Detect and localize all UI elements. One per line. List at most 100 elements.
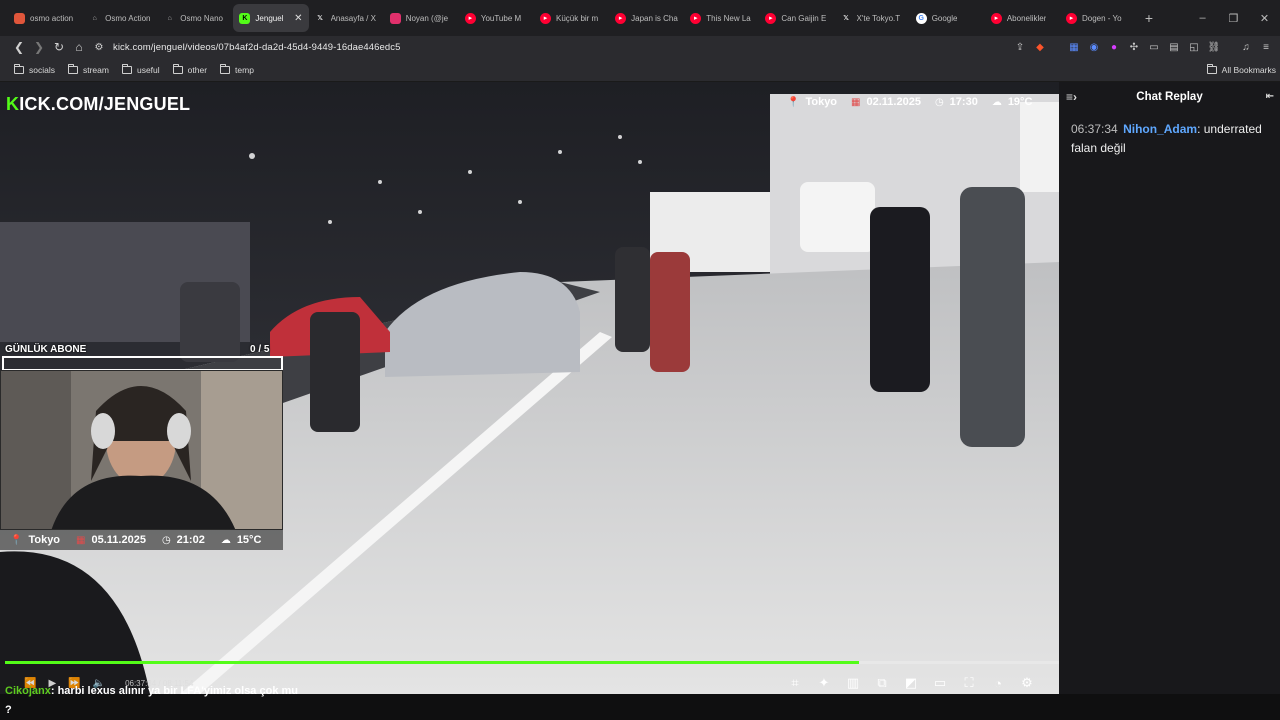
tab-label: Osmo Action — [105, 13, 151, 23]
sparkle-icon[interactable]: ✦ — [815, 674, 833, 692]
seek-bar[interactable] — [5, 661, 1059, 664]
youtube-icon: ▸ — [539, 12, 551, 24]
extension-icon[interactable]: ▦ — [1066, 39, 1082, 55]
bookmark-folder[interactable]: useful — [121, 63, 160, 75]
tab-label: Osmo Nano — [180, 13, 223, 23]
bookmark-folder[interactable]: stream — [67, 63, 109, 75]
browser-tab[interactable]: ▸ Küçük bir m — [534, 4, 609, 32]
chat-overlay-message: Cikojanx: harbi lexus alınır ya bir LFA'… — [5, 682, 305, 720]
chat-options-icon[interactable]: ⇤ — [1266, 91, 1274, 102]
chat-header: ≡› Chat Replay ⇤ — [1059, 82, 1280, 112]
browser-tab[interactable]: ▸ Dogen - Yo — [1060, 4, 1135, 32]
seek-bar-progress — [5, 661, 859, 664]
clock-icon: ◷ — [934, 96, 944, 108]
cloud-icon: ☁ — [220, 534, 231, 546]
settings-icon[interactable]: ⚙ — [1018, 674, 1036, 692]
window-controls: – ❐ ✕ — [1187, 0, 1280, 36]
pip-icon[interactable]: ⧉ — [873, 674, 891, 692]
chat-username[interactable]: Nihon_Adam — [1123, 122, 1197, 136]
browser-tab[interactable]: G Google — [910, 4, 985, 32]
browser-tab[interactable]: K Jenguel ✕ — [233, 4, 309, 32]
tab-label: Abonelikler — [1006, 13, 1047, 23]
miniplayer-icon[interactable]: ◩ — [902, 674, 920, 692]
stream-info-bottom: 📍 Tokyo ▦ 05.11.2025 ◷ 21:02 ☁ 15°C — [0, 530, 283, 550]
instagram-icon — [389, 12, 401, 24]
chat-timestamp: 06:37:34 — [1071, 122, 1118, 136]
site-info-icon[interactable]: ⚙ — [89, 37, 109, 57]
new-tab-button[interactable]: + — [1139, 8, 1159, 28]
chat-message: 06:37:34 Nihon_Adam: underrated falan de… — [1059, 112, 1280, 166]
time-label: 17:30 — [949, 96, 978, 108]
youtube-icon: ▸ — [1065, 12, 1077, 24]
link-icon[interactable]: ⛓ — [1206, 39, 1222, 55]
colorful-icon — [14, 12, 25, 24]
kick-icon: K — [239, 12, 251, 24]
location-label: Tokyo — [805, 96, 838, 108]
stats-icon[interactable]: ▥ — [844, 674, 862, 692]
browser-tab[interactable]: ▸ Abonelikler — [985, 4, 1060, 32]
address-input[interactable]: kick.com/jenguel/videos/07b4af2d-da2d-45… — [113, 42, 401, 53]
minimize-icon[interactable]: – — [1187, 12, 1218, 24]
bookmark-label: other — [187, 64, 208, 75]
tab-strip: osmo action ⌂ Osmo Action ⌂ Osmo Nano K Jengue… — [0, 0, 1135, 36]
youtube-icon: ▸ — [765, 12, 777, 24]
menu-icon[interactable]: ≡ — [1258, 39, 1274, 55]
browser-tab[interactable]: ▸ YouTube M — [459, 4, 534, 32]
tab-label: Noyan (@je — [405, 13, 449, 23]
all-bookmarks-button[interactable]: All Bookmarks — [1206, 63, 1276, 75]
screenshot-icon[interactable]: ◱ — [1186, 39, 1202, 55]
reader-icon[interactable]: ▤ — [1166, 39, 1182, 55]
extension-icon[interactable]: ● — [1106, 39, 1122, 55]
browser-tab[interactable]: ▸ Japan is Cha — [609, 4, 684, 32]
browser-tab[interactable]: ▸ Can Gaijin E — [759, 4, 834, 32]
bookmark-folder[interactable]: other — [172, 63, 208, 75]
webcam-overlay — [0, 370, 283, 530]
reload-icon[interactable]: ↻ — [49, 37, 69, 57]
sidebar-icon[interactable]: ▭ — [1146, 39, 1162, 55]
date-label: 02.11.2025 — [866, 96, 921, 108]
tab-label: Küçük bir m — [555, 13, 599, 23]
share-icon[interactable]: ⇪ — [1012, 39, 1028, 55]
audio-icon[interactable]: ◉ — [1086, 39, 1102, 55]
browser-tab[interactable]: 𝕏 X'te Tokyo.T — [835, 4, 910, 32]
bookmark-folder[interactable]: temp — [220, 63, 254, 75]
restore-icon[interactable]: ❐ — [1218, 12, 1249, 25]
theater-mode-icon[interactable]: ▭ — [931, 674, 949, 692]
clip-icon[interactable]: ⌗ — [786, 674, 804, 692]
player-controls-right: ⌗ ✦ ▥ ⧉ ◩ ▭ ⛶ ◔ ⚙ — [786, 674, 1036, 692]
browser-tab[interactable]: Noyan (@je — [384, 4, 459, 32]
browser-tab[interactable]: ⌂ Osmo Action — [83, 4, 158, 32]
youtube-music-icon: ▸ — [464, 12, 476, 24]
close-tab-icon[interactable]: ✕ — [290, 13, 302, 24]
bookmark-folder[interactable]: socials — [14, 63, 55, 75]
media-icon[interactable]: ♫ — [1238, 39, 1254, 55]
tab-label: X'te Tokyo.T — [856, 13, 901, 23]
tab-label: This New La — [706, 13, 751, 23]
temperature-label: 19°C — [1007, 96, 1033, 108]
puzzle-icon[interactable]: ✣ — [1126, 39, 1142, 55]
forward-icon[interactable]: ❯ — [29, 37, 49, 57]
calendar-icon: ▦ — [851, 96, 861, 108]
collapse-chat-icon[interactable]: ≡› — [1066, 90, 1077, 104]
bookmark-label: stream — [82, 64, 109, 75]
youtube-icon: ▸ — [690, 12, 702, 24]
chat-message-list: 06:37:34 Nihon_Adam: underrated falan de… — [1059, 112, 1280, 166]
speed-icon[interactable]: ◔ — [989, 674, 1007, 692]
close-window-icon[interactable]: ✕ — [1249, 12, 1280, 25]
youtube-icon: ▸ — [990, 12, 1002, 24]
browser-tab[interactable]: ⌂ Osmo Nano — [158, 4, 233, 32]
brave-shield-icon[interactable]: ◆ — [1032, 39, 1048, 55]
tag-icon: ⌂ — [92, 14, 97, 22]
video-player[interactable]: KICK.COM/JENGUEL 📍 Tokyo ▦ 02.11.2025 ◷ 17:… — [0, 82, 1059, 694]
home-icon[interactable]: ⌂ — [69, 37, 89, 57]
folder-icon — [172, 63, 183, 74]
fullscreen-icon[interactable]: ⛶ — [960, 674, 978, 692]
tab-label: osmo action — [30, 13, 74, 23]
location-label: Tokyo — [28, 534, 61, 546]
clock-icon: ◷ — [161, 534, 171, 546]
back-icon[interactable]: ❮ — [9, 37, 29, 57]
folder-icon — [220, 63, 231, 74]
browser-tab[interactable]: ▸ This New La — [684, 4, 759, 32]
browser-tab[interactable]: osmo action — [8, 4, 83, 32]
browser-tab[interactable]: 𝕏 Anasayfa / X — [309, 4, 384, 32]
